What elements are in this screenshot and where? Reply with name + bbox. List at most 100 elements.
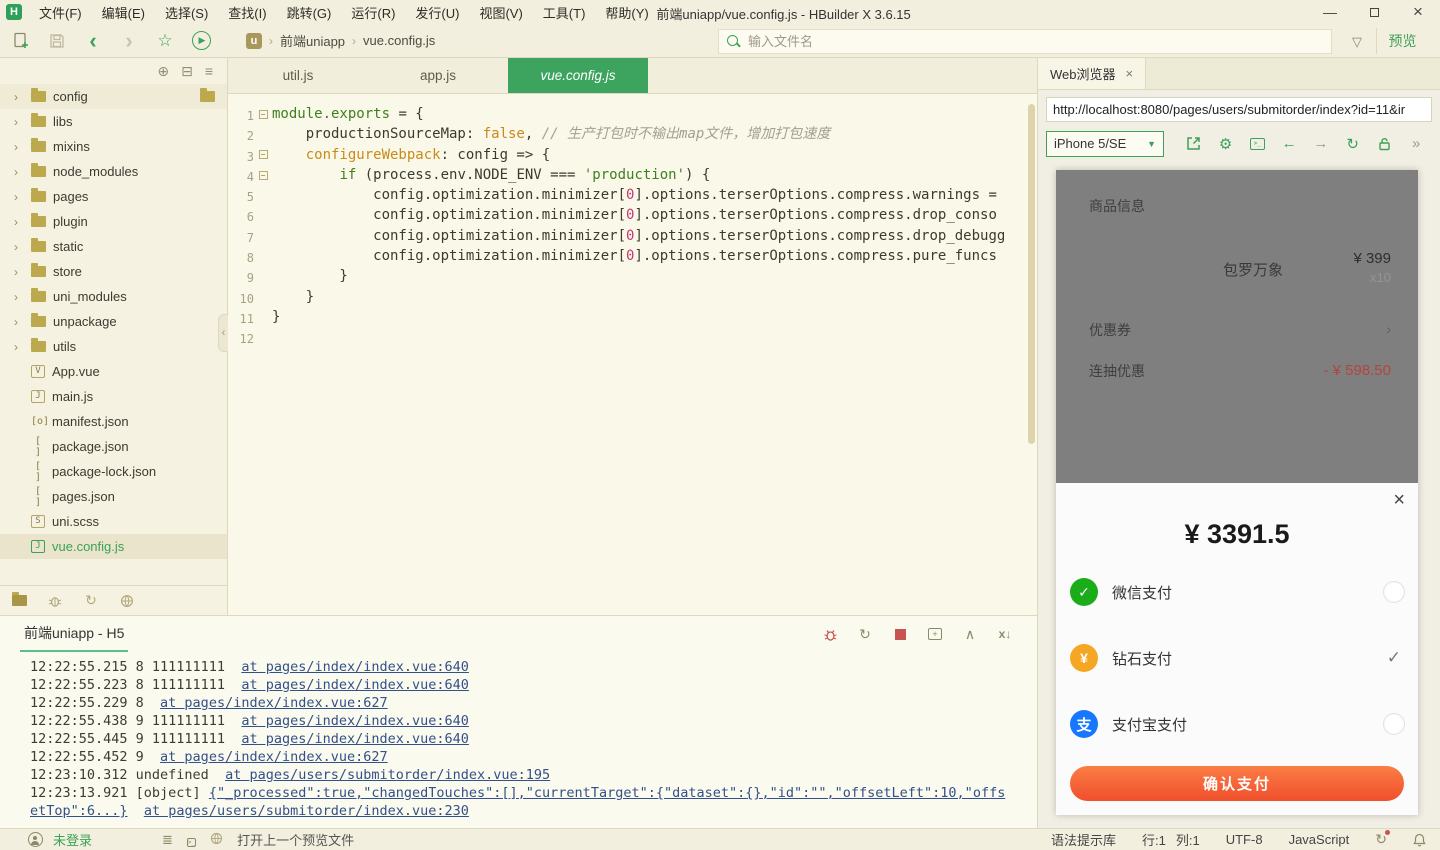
confirm-pay-button[interactable]: 确认支付 [1070, 766, 1404, 801]
lock-icon[interactable] [1368, 137, 1400, 151]
fold-gutter[interactable]: − [254, 104, 272, 124]
browser-tab-close-icon[interactable]: × [1126, 66, 1134, 81]
navigate-forward-icon[interactable]: › [114, 28, 144, 54]
modal-close-icon[interactable]: × [1393, 489, 1405, 512]
minimize-button[interactable]: — [1308, 0, 1352, 24]
sidebar-collapse-handle[interactable]: ‹ [218, 314, 228, 352]
sidebar-item-plugin[interactable]: ›plugin [0, 209, 227, 234]
search-input[interactable] [748, 34, 1268, 49]
url-input[interactable] [1053, 102, 1425, 117]
log-source-link[interactable]: at pages/index/index.vue:640 [241, 731, 469, 747]
update-icon[interactable]: ↻ [1375, 831, 1387, 848]
editor-scrollbar[interactable] [1028, 104, 1035, 444]
menu-item-6[interactable]: 发行(U) [406, 1, 468, 24]
device-selector[interactable]: iPhone 5/SE ▼ [1046, 131, 1164, 157]
menu-item-3[interactable]: 查找(I) [219, 1, 275, 24]
encoding[interactable]: UTF-8 [1226, 832, 1263, 847]
sidebar-file-manifest-json[interactable]: [o]manifest.json [0, 409, 227, 434]
menu-item-7[interactable]: 视图(V) [470, 1, 531, 24]
radio-button[interactable] [1383, 581, 1405, 603]
stop-icon[interactable] [892, 626, 908, 642]
menu-item-4[interactable]: 跳转(G) [278, 1, 341, 24]
sidebar-item-static[interactable]: ›static [0, 234, 227, 259]
clear-log-icon[interactable]: x↓ [997, 626, 1013, 642]
code-area[interactable]: 1−module.exports = {2 productionSourceMa… [228, 94, 1037, 348]
sidebar-item-utils[interactable]: ›utils [0, 334, 227, 359]
sidebar-file-pages-json[interactable]: [ ]pages.json [0, 484, 227, 509]
close-button[interactable]: × [1396, 0, 1440, 24]
fold-gutter[interactable]: − [254, 165, 272, 185]
navigate-back-icon[interactable]: ‹ [78, 28, 108, 54]
web-view-icon[interactable] [118, 592, 136, 610]
collapse-all-icon[interactable]: ⊟ [181, 63, 193, 80]
sidebar-item-store[interactable]: ›store [0, 259, 227, 284]
sidebar-file-main-js[interactable]: Jmain.js [0, 384, 227, 409]
new-file-icon[interactable] [6, 28, 36, 54]
log-source-link[interactable]: at pages/index/index.vue:627 [160, 749, 388, 765]
console-tab[interactable]: 前端uniapp - H5 [20, 617, 128, 652]
sidebar-item-uni_modules[interactable]: ›uni_modules [0, 284, 227, 309]
syntax-library[interactable]: 语法提示库 [1051, 830, 1116, 849]
log-source-link[interactable]: at pages/index/index.vue:640 [241, 677, 469, 693]
log-source-link[interactable]: at pages/index/index.vue:627 [160, 695, 388, 711]
sidebar-item-mixins[interactable]: ›mixins [0, 134, 227, 159]
menu-item-2[interactable]: 选择(S) [156, 1, 217, 24]
run-icon[interactable]: ▶ [186, 28, 216, 54]
menu-item-5[interactable]: 运行(R) [342, 1, 404, 24]
browser-tab[interactable]: Web浏览器 × [1038, 58, 1146, 89]
menu-item-8[interactable]: 工具(T) [534, 1, 595, 24]
browser-settings-icon[interactable]: ⚙ [1210, 135, 1242, 153]
new-console-icon[interactable]: + [927, 626, 943, 642]
radio-button[interactable] [1383, 713, 1405, 735]
debug-icon[interactable] [822, 626, 838, 642]
sidebar-file-App-vue[interactable]: VApp.vue [0, 359, 227, 384]
payment-option-alipay[interactable]: 支支付宝支付 [1056, 691, 1418, 757]
sidebar-item-config[interactable]: ›config [0, 84, 227, 109]
sidebar-item-pages[interactable]: ›pages [0, 184, 227, 209]
login-status[interactable]: 未登录 [53, 830, 92, 849]
debug-view-icon[interactable] [46, 592, 64, 610]
sidebar-item-libs[interactable]: ›libs [0, 109, 227, 134]
menu-item-1[interactable]: 编辑(E) [93, 1, 154, 24]
maximize-button[interactable] [1352, 0, 1396, 24]
breadcrumb-file[interactable]: vue.config.js [363, 33, 435, 48]
restart-icon[interactable]: ↻ [857, 626, 873, 642]
locate-file-icon[interactable]: ⊕ [157, 63, 169, 80]
collapse-panel-icon[interactable]: ∧ [962, 626, 978, 642]
more-tools-icon[interactable]: » [1400, 135, 1432, 152]
payment-option-wechat[interactable]: ✓微信支付 [1056, 559, 1418, 625]
fold-marker-icon[interactable]: − [259, 150, 268, 159]
sidebar-file-vue-config-js[interactable]: Jvue.config.js [0, 534, 227, 559]
menu-item-9[interactable]: 帮助(Y) [596, 1, 657, 24]
editor-tab-app-js[interactable]: app.js [368, 58, 508, 93]
browser-refresh-icon[interactable]: ↻ [1337, 135, 1369, 153]
open-previous-preview[interactable]: 打开上一个预览文件 [237, 830, 354, 849]
fold-marker-icon[interactable]: − [259, 110, 268, 119]
breadcrumb-project[interactable]: 前端uniapp [280, 31, 345, 50]
bookmark-star-icon[interactable]: ☆ [150, 28, 180, 54]
sidebar-file-package-json[interactable]: [ ]package.json [0, 434, 227, 459]
log-source-link[interactable]: at pages/users/submitorder/index.vue:195 [225, 767, 550, 783]
save-icon[interactable] [42, 28, 72, 54]
browser-forward-icon[interactable]: → [1305, 135, 1337, 152]
log-source-link[interactable]: at pages/users/submitorder/index.vue:230 [144, 803, 469, 819]
browser-console-icon[interactable]: >_ [1241, 138, 1273, 150]
browser-back-icon[interactable]: ← [1273, 135, 1305, 152]
outline-list-icon[interactable]: ≣ [162, 832, 173, 848]
filter-funnel-icon[interactable]: ▽ [1352, 34, 1362, 50]
browser-globe-icon[interactable] [210, 832, 223, 848]
coupon-row[interactable]: 优惠券 [1089, 320, 1131, 340]
notification-bell-icon[interactable] [1413, 833, 1426, 847]
sidebar-file-uni-scss[interactable]: Suni.scss [0, 509, 227, 534]
terminal-icon[interactable]: >_ [187, 832, 196, 848]
preview-button[interactable]: 预览 [1376, 28, 1428, 54]
history-view-icon[interactable]: ↻ [82, 592, 100, 610]
project-view-icon[interactable] [10, 592, 28, 610]
sidebar-item-unpackage[interactable]: ›unpackage [0, 309, 227, 334]
editor-tab-util-js[interactable]: util.js [228, 58, 368, 93]
sidebar-item-node_modules[interactable]: ›node_modules [0, 159, 227, 184]
payment-option-diamond[interactable]: ¥钻石支付✓ [1056, 625, 1418, 691]
fold-marker-icon[interactable]: − [259, 171, 268, 180]
fold-gutter[interactable]: − [254, 145, 272, 165]
language-mode[interactable]: JavaScript [1289, 832, 1350, 847]
